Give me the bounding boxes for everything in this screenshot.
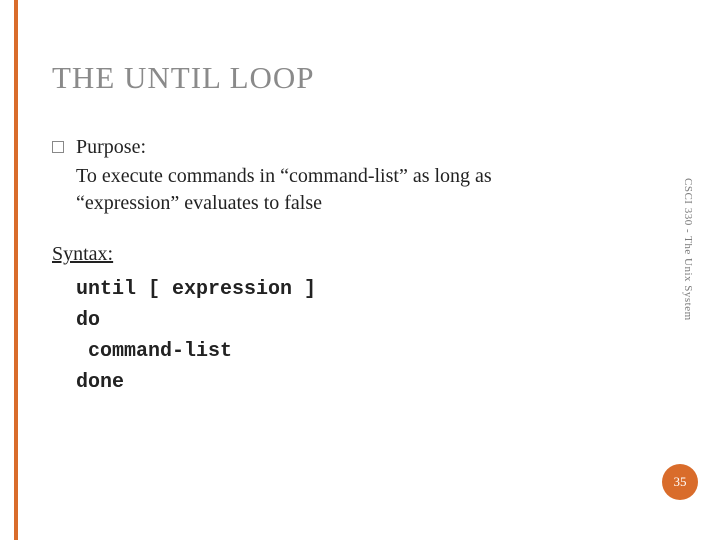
slide-title: THE UNTIL LOOP — [52, 60, 315, 96]
accent-bar — [14, 0, 18, 540]
square-bullet-icon — [52, 141, 64, 153]
purpose-text: To execute commands in “command-list” as… — [76, 163, 592, 217]
slide-content: Purpose: To execute commands in “command… — [52, 134, 592, 398]
course-label: CSCI 330 - The Unix System — [682, 178, 694, 321]
page-number-badge: 35 — [662, 464, 698, 500]
syntax-label: Syntax: — [52, 241, 592, 268]
purpose-label: Purpose: — [76, 134, 146, 161]
code-block: until [ expression ] do command-list don… — [76, 274, 592, 398]
bullet-row: Purpose: — [52, 134, 592, 161]
